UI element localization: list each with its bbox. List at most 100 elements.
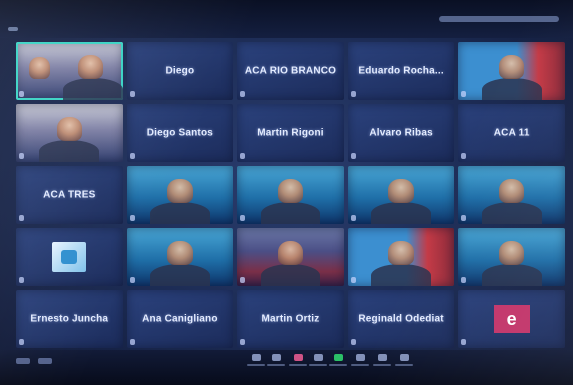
- participant-face: [277, 178, 304, 204]
- participant-body: [150, 263, 210, 286]
- participant-tile[interactable]: [237, 166, 344, 224]
- participant-name: Eduardo Rocha...: [358, 65, 444, 77]
- participant-tile[interactable]: Martin Rigoni: [237, 104, 344, 162]
- participant-name: ACA 11: [493, 127, 530, 139]
- participant-tile[interactable]: ACA TRES: [16, 166, 123, 224]
- apps-button[interactable]: [349, 354, 371, 372]
- chat-icon: [271, 354, 281, 361]
- mic-icon: [350, 153, 356, 159]
- record-icon: [313, 354, 323, 361]
- participant-logo: [52, 242, 87, 272]
- participants-icon: [251, 354, 261, 361]
- participant-name: Ernesto Juncha: [30, 313, 109, 325]
- participant-body: [260, 263, 321, 286]
- participant-tile[interactable]: e: [458, 290, 565, 348]
- participant-face: [167, 178, 193, 204]
- participant-body: [481, 201, 542, 224]
- screen-photo: Diego ACA RIO BRANCO Eduardo Rocha... Diego…: [0, 0, 573, 385]
- mic-icon: [129, 215, 135, 221]
- participant-face: [498, 240, 525, 266]
- participant-body: [371, 201, 431, 224]
- participant-face: [498, 178, 525, 204]
- mic-icon: [240, 91, 246, 97]
- participant-tile[interactable]: Ana Canigliano: [126, 290, 234, 348]
- participant-tile[interactable]: Eduardo Rocha...: [347, 42, 455, 100]
- participant-tile[interactable]: Ernesto Juncha: [16, 290, 123, 348]
- participant-body: [481, 263, 542, 286]
- participant-body: [62, 77, 123, 100]
- participant-tile[interactable]: Martin Ortiz: [237, 290, 344, 348]
- top-left-indicator: [8, 27, 18, 31]
- mic-icon: [129, 91, 135, 97]
- share-screen-button[interactable]: [327, 354, 349, 372]
- participant-tile[interactable]: Alvaro Ribas: [347, 104, 455, 162]
- mic-icon: [129, 339, 135, 345]
- participant-face: [167, 240, 193, 266]
- leave-icon: [399, 354, 409, 361]
- mic-icon: [19, 153, 24, 159]
- apps-label: [351, 364, 369, 366]
- participant-face: [388, 240, 414, 266]
- mic-icon: [240, 215, 246, 221]
- mic-icon: [19, 91, 24, 97]
- mic-icon: [240, 339, 246, 345]
- participant-name: Martin Rigoni: [257, 127, 324, 139]
- mic-icon: [461, 215, 467, 221]
- participant-tile[interactable]: [16, 228, 123, 286]
- mute-button-icon[interactable]: [16, 358, 30, 364]
- mic-icon: [19, 339, 24, 345]
- meeting-info-label: [439, 16, 559, 22]
- mic-icon: [461, 153, 467, 159]
- participants-label: [247, 364, 265, 366]
- share-screen-label: [329, 364, 347, 366]
- mic-icon: [129, 277, 135, 283]
- participant-name: Diego: [165, 65, 195, 77]
- participant-tile[interactable]: [237, 228, 344, 286]
- participant-tile[interactable]: [458, 166, 565, 224]
- mic-icon: [461, 91, 467, 97]
- participant-tile[interactable]: [347, 228, 455, 286]
- reactions-button[interactable]: [287, 354, 309, 372]
- participant-tile[interactable]: Diego Santos: [126, 104, 234, 162]
- mic-icon: [350, 339, 356, 345]
- participant-tile[interactable]: [347, 166, 455, 224]
- mic-icon: [350, 277, 356, 283]
- reactions-label: [289, 364, 307, 366]
- mic-icon: [350, 91, 356, 97]
- apps-icon: [355, 354, 365, 361]
- participant-tile[interactable]: [458, 228, 565, 286]
- participants-button[interactable]: [245, 354, 267, 372]
- reactions-icon: [293, 354, 303, 361]
- leave-button[interactable]: [393, 354, 415, 372]
- more-button[interactable]: [371, 354, 393, 372]
- more-icon: [377, 354, 387, 361]
- participant-face: [388, 178, 414, 204]
- participant-name: ACA TRES: [43, 189, 96, 201]
- participant-body: [39, 139, 100, 162]
- participant-tile[interactable]: [126, 166, 234, 224]
- mic-icon: [240, 153, 246, 159]
- participant-body: [150, 201, 210, 224]
- participant-body: [371, 263, 431, 286]
- participant-name: Ana Canigliano: [142, 313, 218, 325]
- participant-face: [277, 240, 304, 266]
- screen-top-bar: [0, 0, 573, 38]
- participant-tile[interactable]: [16, 42, 123, 100]
- participant-face: [77, 54, 104, 80]
- mic-icon: [461, 277, 467, 283]
- stop-video-button-icon[interactable]: [38, 358, 52, 364]
- participant-tile[interactable]: ACA 11: [458, 104, 565, 162]
- chat-button[interactable]: [265, 354, 287, 372]
- participant-tile[interactable]: ACA RIO BRANCO: [237, 42, 344, 100]
- meeting-toolbar: [0, 352, 573, 374]
- participant-tile[interactable]: Reginald Odediat: [347, 290, 455, 348]
- record-label: [309, 364, 327, 366]
- participant-face: [28, 57, 51, 80]
- participant-gallery: Diego ACA RIO BRANCO Eduardo Rocha... Diego…: [16, 42, 565, 348]
- participant-tile[interactable]: [16, 104, 123, 162]
- participant-tile[interactable]: Diego: [126, 42, 234, 100]
- participant-name: Diego Santos: [146, 127, 214, 139]
- participant-tile[interactable]: [458, 42, 565, 100]
- participant-tile[interactable]: [126, 228, 234, 286]
- record-button[interactable]: [307, 354, 329, 372]
